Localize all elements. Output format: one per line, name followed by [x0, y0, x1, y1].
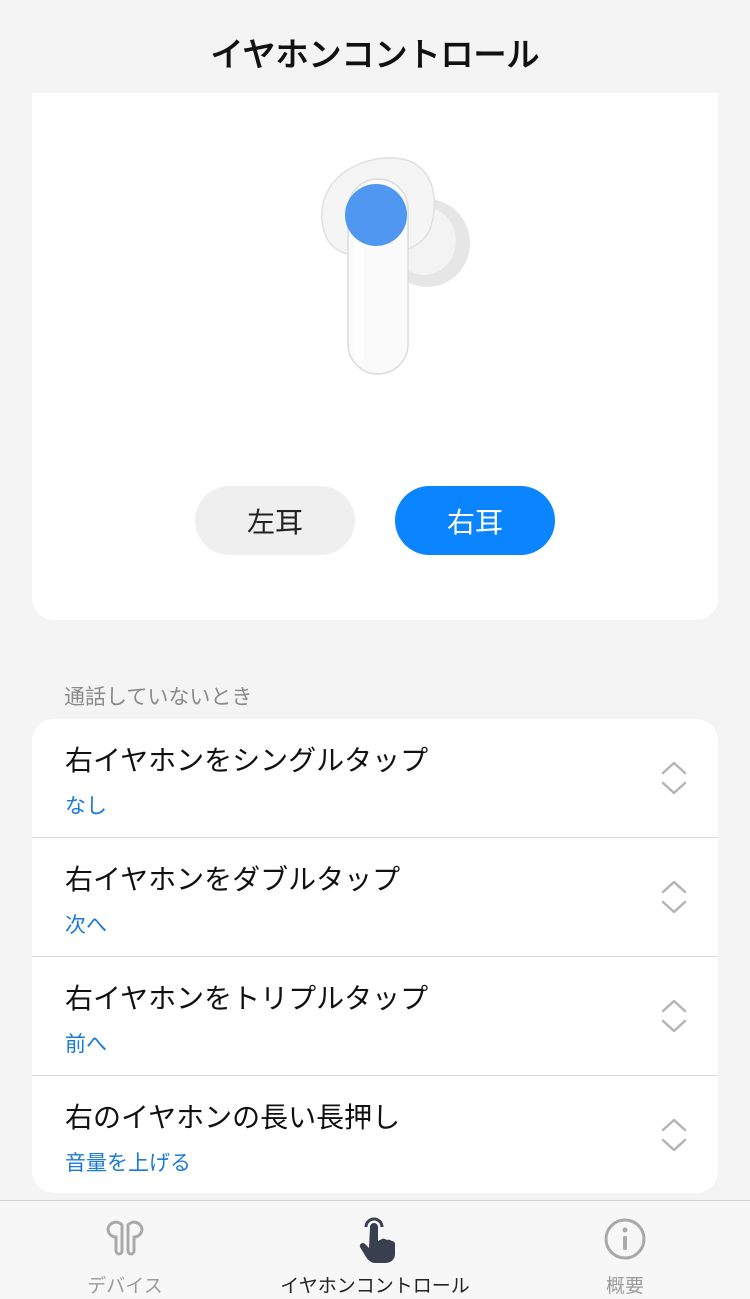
setting-value: 次へ: [65, 913, 107, 937]
tap-hand-icon: [359, 1217, 395, 1263]
tab-earphone-control[interactable]: イヤホンコントロール: [250, 1201, 500, 1299]
earbud-image: [321, 157, 470, 375]
chevron-up-down-icon: [661, 999, 687, 1033]
tab-label: デバイス: [87, 1275, 163, 1297]
setting-value: なし: [65, 794, 107, 818]
tab-devices[interactable]: デバイス: [0, 1201, 250, 1299]
setting-row-single-tap[interactable]: 右イヤホンをシングルタップ なし: [32, 719, 718, 838]
settings-list: 右イヤホンをシングルタップ なし 右イヤホンをダブルタップ 次へ 右イヤホンをト…: [32, 719, 718, 1193]
setting-row-long-press[interactable]: 右のイヤホンの長い長押し 音量を上げる: [32, 1076, 718, 1193]
tab-overview[interactable]: 概要: [500, 1201, 750, 1299]
setting-row-triple-tap[interactable]: 右イヤホンをトリプルタップ 前へ: [32, 957, 718, 1076]
tab-bar: デバイス イヤホンコントロール 概要: [0, 1200, 750, 1299]
earbuds-icon: [106, 1220, 144, 1256]
setting-title: 右イヤホンをトリプルタップ: [65, 982, 429, 1015]
page-title: イヤホンコントロール: [210, 35, 540, 74]
setting-value: 前へ: [65, 1032, 107, 1056]
right-ear-button[interactable]: 右耳: [395, 486, 555, 555]
tab-label: 概要: [605, 1275, 644, 1297]
info-icon: [604, 1218, 646, 1260]
earphone-control-screen: イヤホンコントロール 左耳 右耳 通話していないとき 右イヤホンをシングルタップ…: [0, 0, 750, 1299]
earbud-preview-card: 左耳 右耳: [32, 93, 718, 620]
setting-title: 右イヤホンをダブルタップ: [65, 863, 401, 896]
chevron-up-down-icon: [661, 1118, 687, 1152]
setting-title: 右イヤホンをシングルタップ: [65, 744, 429, 777]
section-label: 通話していないとき: [64, 685, 253, 709]
chevron-up-down-icon: [661, 880, 687, 914]
setting-title: 右のイヤホンの長い長押し: [65, 1101, 401, 1134]
chevron-up-down-icon: [661, 761, 687, 795]
left-ear-button[interactable]: 左耳: [195, 486, 355, 555]
setting-row-double-tap[interactable]: 右イヤホンをダブルタップ 次へ: [32, 838, 718, 957]
setting-value: 音量を上げる: [65, 1151, 191, 1175]
tap-indicator: [345, 184, 407, 246]
tab-label: イヤホンコントロール: [280, 1275, 470, 1297]
